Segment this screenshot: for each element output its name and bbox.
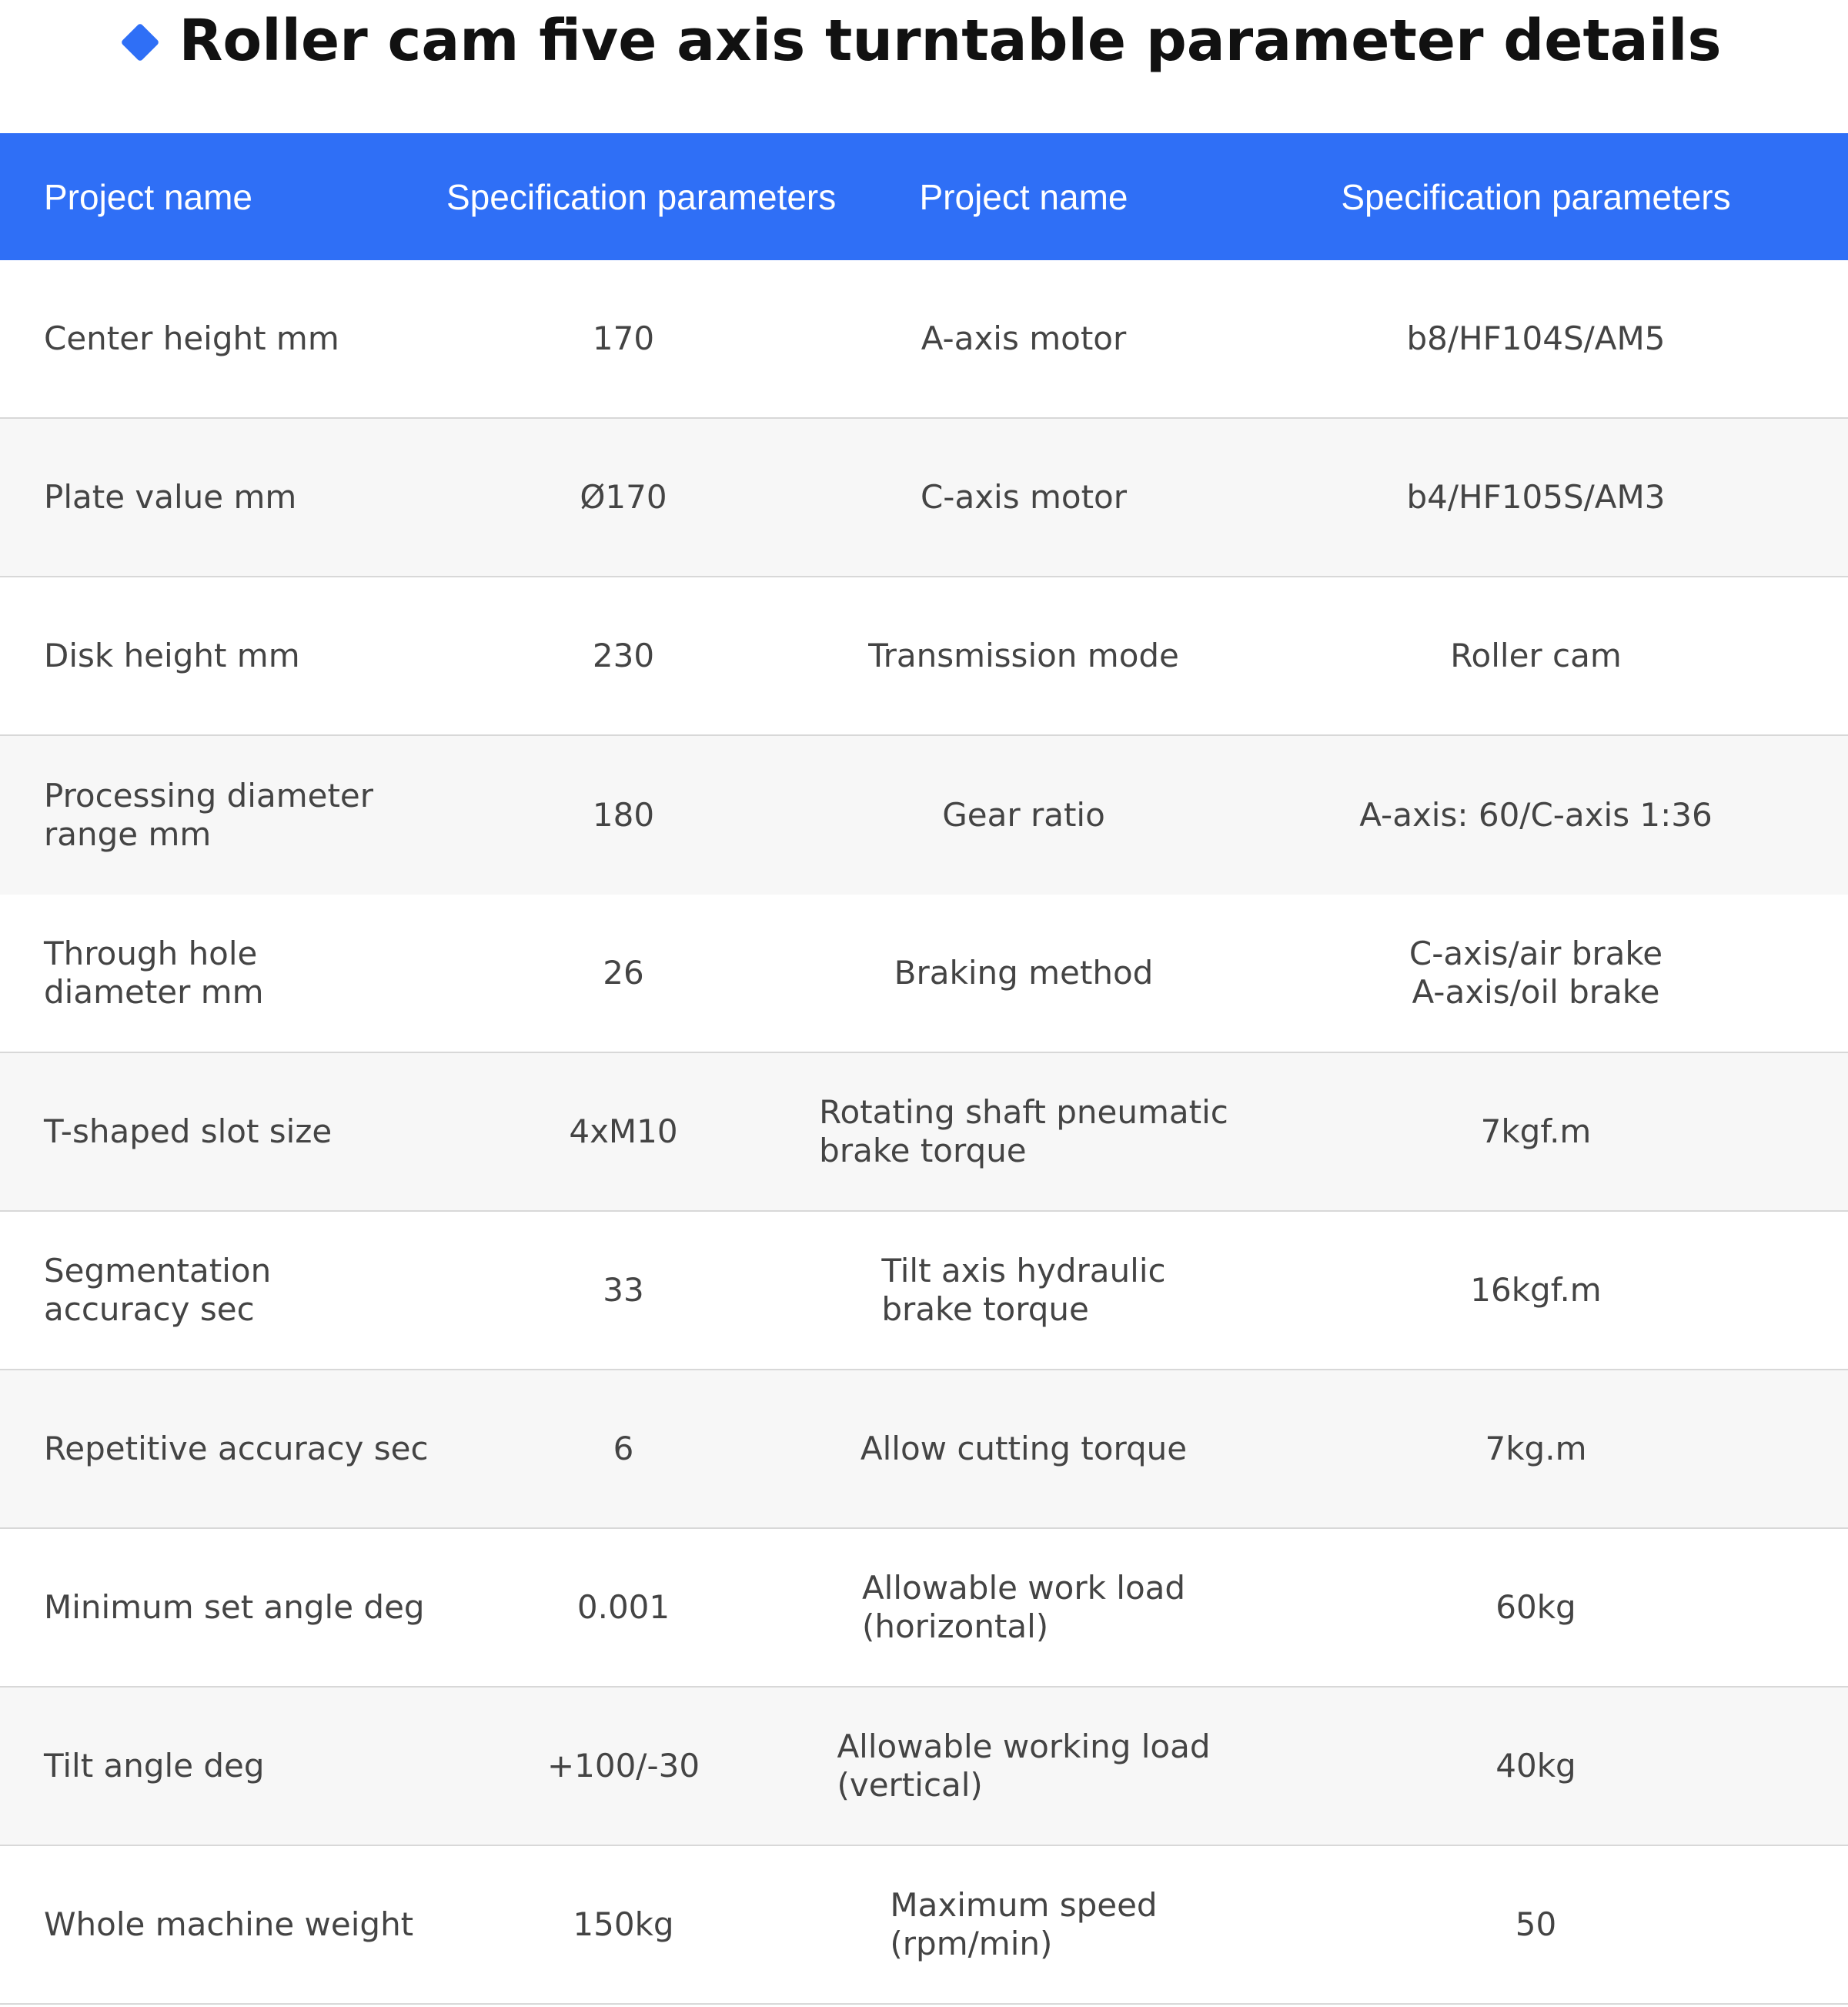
- row-project-name-2: Gear ratio: [800, 796, 1247, 835]
- row-project-name-2: A-axis motor: [800, 319, 1247, 358]
- row-spec-value: 180: [592, 796, 655, 834]
- page-title: Roller cam five axis turntable parameter…: [179, 7, 1722, 74]
- header-project-name-2: Project name: [919, 176, 1128, 217]
- row-spec-value-2: 16kgf.m: [1470, 1271, 1602, 1309]
- table-row: Processing diameter range mm 180 Gear ra…: [0, 736, 1848, 895]
- row-spec-value: 4xM10: [569, 1112, 678, 1150]
- row-project-name: Repetitive accuracy sec: [44, 1430, 429, 1467]
- table-row: Whole machine weight 150kg Maximum speed…: [0, 1846, 1848, 2005]
- row-project-name-2-text: Braking method: [894, 954, 1154, 992]
- row-spec-value: 150kg: [573, 1905, 674, 1943]
- row-project-name-2-text: Rotating shaft pneumatic brake torque: [819, 1093, 1228, 1169]
- row-project-name-2-text: Gear ratio: [942, 796, 1105, 834]
- row-project-name-2: Rotating shaft pneumatic brake torque: [800, 1093, 1247, 1170]
- row-project-name-2: Transmission mode: [800, 637, 1247, 675]
- table-header-row: Project name Specification parameters Pr…: [0, 133, 1848, 260]
- row-spec-value-2: 7kgf.m: [1480, 1112, 1592, 1150]
- row-project-name-2-text: Maximum speed (rpm/min): [890, 1886, 1158, 1962]
- row-spec-value-2: 50: [1515, 1905, 1557, 1943]
- row-project-name-2-text: A-axis motor: [921, 319, 1127, 357]
- row-spec-value: +100/-30: [546, 1747, 700, 1785]
- row-spec-value: 170: [592, 319, 655, 357]
- row-spec-value-2: b4/HF105S/AM3: [1406, 478, 1666, 516]
- row-spec-value-2: 40kg: [1495, 1747, 1576, 1785]
- row-project-name-2-text: Allowable working load (vertical): [837, 1728, 1211, 1804]
- row-spec-value-2: 7kg.m: [1485, 1430, 1587, 1467]
- row-project-name: Tilt angle deg: [44, 1747, 265, 1785]
- row-project-name-2: Tilt axis hydraulic brake torque: [800, 1252, 1247, 1329]
- row-project-name: Whole machine weight: [44, 1905, 414, 1943]
- table-row: Plate value mm Ø170 C-axis motor b4/HF10…: [0, 419, 1848, 577]
- row-project-name: Processing diameter range mm: [44, 777, 374, 853]
- table-row: T-shaped slot size 4xM10 Rotating shaft …: [0, 1053, 1848, 1212]
- row-project-name: Through hole diameter mm: [44, 935, 264, 1011]
- table-row: Center height mm 170 A-axis motor b8/HF1…: [0, 260, 1848, 419]
- row-spec-value-2: Roller cam: [1450, 637, 1622, 674]
- row-project-name-2: Braking method: [800, 954, 1247, 992]
- table-row: Tilt angle deg +100/-30 Allowable workin…: [0, 1688, 1848, 1846]
- row-project-name: Segmentation accuracy sec: [44, 1252, 272, 1328]
- row-project-name: Disk height mm: [44, 637, 300, 674]
- table-row: Segmentation accuracy sec 33 Tilt axis h…: [0, 1212, 1848, 1370]
- row-spec-value: 230: [592, 637, 655, 674]
- row-project-name-2-text: C-axis motor: [920, 478, 1128, 516]
- row-project-name-2: Allowable work load (horizontal): [800, 1569, 1247, 1646]
- row-spec-value: 6: [613, 1430, 634, 1467]
- row-project-name: Plate value mm: [44, 478, 297, 516]
- table-row: Through hole diameter mm 26 Braking meth…: [0, 895, 1848, 1053]
- header-spec-params-1: Specification parameters: [446, 176, 837, 217]
- row-project-name-2: Allowable working load (vertical): [800, 1728, 1247, 1805]
- row-project-name-2-text: Transmission mode: [868, 637, 1179, 674]
- row-spec-value: 26: [603, 954, 644, 992]
- header-spec-params-2: Specification parameters: [1341, 176, 1731, 217]
- row-spec-value-2: b8/HF104S/AM5: [1406, 319, 1666, 357]
- row-project-name: Minimum set angle deg: [44, 1588, 425, 1626]
- row-spec-value: 33: [603, 1271, 644, 1309]
- row-project-name-2-text: Allow cutting torque: [860, 1430, 1188, 1467]
- row-spec-value-2: C-axis/air brake A-axis/oil brake: [1409, 935, 1663, 1011]
- parameter-table: Project name Specification parameters Pr…: [0, 133, 1848, 2005]
- header-project-name-1: Project name: [44, 176, 253, 217]
- row-project-name-2: C-axis motor: [800, 478, 1247, 517]
- table-row: Minimum set angle deg 0.001 Allowable wo…: [0, 1529, 1848, 1688]
- row-spec-value-2: 60kg: [1495, 1588, 1576, 1626]
- row-project-name: T-shaped slot size: [44, 1112, 333, 1150]
- row-project-name-2-text: Tilt axis hydraulic brake torque: [881, 1252, 1166, 1328]
- table-row: Repetitive accuracy sec 6 Allow cutting …: [0, 1370, 1848, 1529]
- diamond-bullet-icon: [120, 22, 160, 62]
- row-project-name-2: Allow cutting torque: [800, 1430, 1247, 1468]
- page-title-bar: Roller cam five axis turntable parameter…: [0, 0, 1848, 81]
- table-row: Disk height mm 230 Transmission mode Rol…: [0, 577, 1848, 736]
- row-spec-value-2: A-axis: 60/C-axis 1:36: [1359, 796, 1713, 834]
- row-project-name-2-text: Allowable work load (horizontal): [861, 1569, 1186, 1645]
- row-spec-value: 0.001: [576, 1588, 670, 1626]
- row-project-name: Center height mm: [44, 319, 339, 357]
- row-spec-value: Ø170: [580, 478, 667, 516]
- row-project-name-2: Maximum speed (rpm/min): [800, 1886, 1247, 1963]
